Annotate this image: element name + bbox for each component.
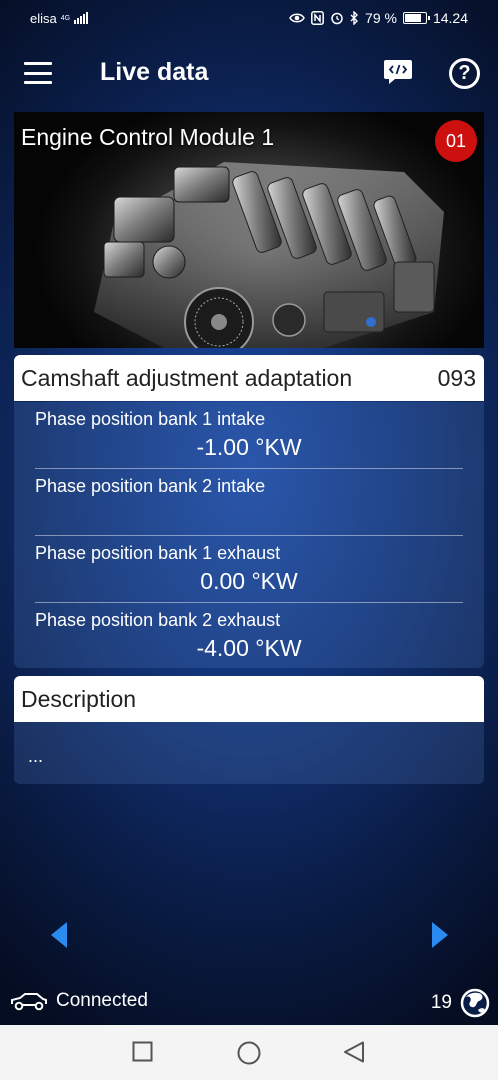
back-icon[interactable] [343,1041,365,1063]
parameter-label: Phase position bank 1 intake [35,409,266,429]
carrier-name: elisa [30,10,57,26]
parameter-row: Phase position bank 2 exhaust -4.00 °KW [35,603,463,670]
description-title: Description [21,685,137,712]
counter: 19 [431,988,490,1018]
group-number: 093 [437,364,476,391]
bluetooth-icon [350,11,359,25]
globe-icon[interactable] [460,988,490,1018]
parameter-value: -1.00 °KW [196,434,302,460]
parameter-label: Phase position bank 2 exhaust [35,610,281,630]
menu-icon[interactable] [24,62,52,84]
status-bar: elisa 4G 79 % 14.24 [0,0,498,36]
counter-value: 19 [430,992,452,1013]
home-icon[interactable] [237,1041,261,1065]
battery-percent: 79 % [365,10,397,26]
system-navigation-bar [0,1025,498,1080]
signal-icon [74,12,89,24]
group-header: Camshaft adjustment adaptation 093 [14,355,484,401]
recent-apps-icon[interactable] [132,1041,153,1062]
engine-image [94,162,444,348]
app-bar: Live data ? [0,44,498,104]
description-panel: ... [14,722,484,784]
eye-icon [289,13,305,23]
connection-status: Connected [10,990,148,1012]
battery-icon [402,12,430,24]
help-icon[interactable]: ? [449,58,480,89]
parameter-label: Phase position bank 1 exhaust [35,543,281,563]
network-type: 4G [60,14,71,22]
alarm-icon [331,12,343,25]
module-card[interactable]: Engine Control Module 1 01 [14,112,484,348]
nfc-icon [311,11,324,25]
parameter-row: Phase position bank 2 intake [35,469,463,536]
parameter-value: 0.00 °KW [200,568,298,594]
group-title: Camshaft adjustment adaptation [21,364,353,391]
parameter-row: Phase position bank 1 exhaust 0.00 °KW [35,536,463,603]
previous-arrow-icon[interactable] [49,921,69,949]
connection-label: Connected [56,990,148,1011]
page-title: Live data [100,58,209,86]
values-panel: Phase position bank 1 intake -1.00 °KW P… [14,402,484,668]
clock: 14.24 [432,10,468,26]
parameter-row: Phase position bank 1 intake -1.00 °KW [35,402,463,469]
module-title: Engine Control Module 1 [21,124,275,150]
parameter-value: -4.00 °KW [196,635,302,661]
code-feedback-icon[interactable] [383,58,413,86]
description-text: ... [28,746,44,766]
description-header: Description [14,676,484,722]
parameter-label: Phase position bank 2 intake [35,476,266,496]
next-arrow-icon[interactable] [430,921,450,949]
car-icon [11,993,47,1011]
module-badge: 01 [435,120,477,162]
